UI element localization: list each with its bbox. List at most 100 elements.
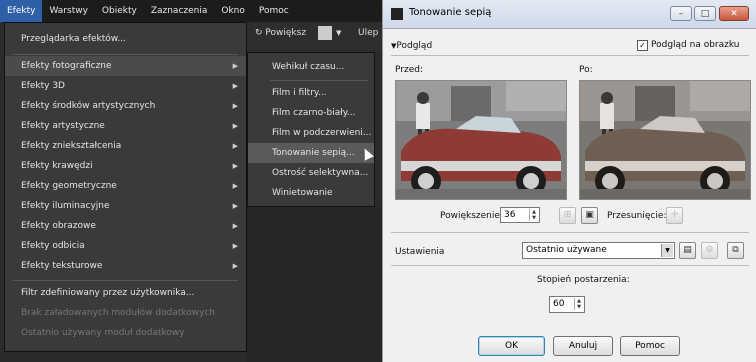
zoom-input[interactable]: 36 ▲ ▼	[500, 207, 540, 223]
effects-menu: Przeglądarka efektów... Efekty fotografi…	[4, 22, 247, 352]
settings-value: Ostatnio używane	[526, 245, 607, 255]
menu-item-label: Efekty fotograficzne	[21, 61, 112, 71]
aging-spinner[interactable]: ▲ ▼	[574, 298, 583, 310]
menu-bar: Efekty Warstwy Obiekty Zaznaczenia Okno …	[0, 0, 382, 22]
sepia-toning-dialog: Tonowanie sepią – □ ✕ ▼Podgląd ✓ Podgląd …	[382, 0, 756, 362]
divider	[391, 265, 749, 266]
chevron-down-icon: ▼	[661, 244, 673, 257]
before-label: Przed:	[395, 65, 423, 75]
checkmark-icon: ✓	[637, 40, 648, 51]
app-icon	[391, 8, 403, 20]
pan-button[interactable]: ✛	[666, 207, 683, 224]
menu-item-photo-effects[interactable]: Efekty fotograficzne ▶	[5, 56, 246, 76]
workspace-background	[247, 207, 382, 362]
menu-item-no-plugins: Brak załadowanych modułów dodatkowych	[21, 308, 216, 318]
randomize-button[interactable]: ⧉	[727, 242, 744, 259]
menu-item-illumination-effects[interactable]: Efekty iluminacyjne ▶	[5, 196, 246, 216]
preview-toggle[interactable]: ▼Podgląd	[391, 41, 432, 51]
menu-item-user-defined-filter[interactable]: Filtr zdefiniowany przez użytkownika...	[5, 283, 246, 303]
aging-input[interactable]: 60 ▲ ▼	[549, 296, 585, 313]
menu-item-label: Efekty zniekształcenia	[21, 141, 122, 151]
maximize-button[interactable]: □	[694, 6, 716, 21]
menu-item-label: Efekty krawędzi	[21, 161, 93, 171]
settings-label: Ustawienia	[395, 247, 445, 257]
menu-item-3d-effects[interactable]: Efekty 3D ▶	[5, 76, 246, 96]
submenu-arrow-icon: ▶	[232, 222, 238, 230]
menu-item-label: Efekty 3D	[21, 81, 65, 91]
submenu-arrow-icon: ▶	[232, 182, 238, 190]
menu-item-black-white-film[interactable]: Film czarno-biały...	[248, 103, 374, 123]
submenu-arrow-icon: ▶	[232, 202, 238, 210]
submenu-arrow-icon: ▶	[232, 162, 238, 170]
zoom-fit-button[interactable]: ⊞	[559, 207, 576, 224]
zoom-value: 36	[504, 210, 516, 220]
page-icon[interactable]	[318, 26, 332, 40]
menu-item-texture-effects[interactable]: Efekty teksturowe ▶	[5, 256, 246, 276]
menu-item-label: Efekty teksturowe	[21, 261, 103, 271]
submenu-arrow-icon: ▶	[232, 82, 238, 90]
enhance-toolbar-label[interactable]: Ulep	[358, 22, 378, 44]
settings-dropdown[interactable]: Ostatnio używane ▼	[522, 242, 675, 259]
zoom-actual-button[interactable]: ▣	[581, 207, 598, 224]
save-preset-button[interactable]: ▤	[679, 242, 696, 259]
zoom-label: Powiększenie:	[440, 211, 503, 221]
menu-item-art-media-effects[interactable]: Efekty środków artystycznych ▶	[5, 96, 246, 116]
aging-label: Stopień postarzenia:	[537, 275, 630, 285]
menu-item-selective-focus[interactable]: Ostrość selektywna...	[248, 163, 374, 183]
menu-item-distortion-effects[interactable]: Efekty zniekształcenia ▶	[5, 136, 246, 156]
chevron-down-icon[interactable]: ▼	[336, 22, 341, 44]
menu-item-infrared-film[interactable]: Film w podczerwieni...	[248, 123, 374, 143]
menu-item-film-and-filters[interactable]: Film i filtry...	[248, 83, 374, 103]
menu-help[interactable]: Pomoc	[252, 0, 296, 22]
menu-item-label: Efekty odbicia	[21, 241, 85, 251]
menu-item-label: Efekty geometryczne	[21, 181, 117, 191]
menu-item-sepia-toning[interactable]: Tonowanie sepią...	[248, 143, 374, 163]
menu-item-label: Efekty iluminacyjne	[21, 201, 110, 211]
zoom-spinner[interactable]: ▲ ▼	[529, 209, 538, 221]
submenu-arrow-icon: ▶	[232, 122, 238, 130]
minimize-button[interactable]: –	[670, 6, 692, 21]
divider	[391, 232, 749, 233]
menu-selections[interactable]: Zaznaczenia	[144, 0, 215, 22]
menu-effects[interactable]: Efekty	[0, 0, 43, 22]
cancel-button[interactable]: Anuluj	[553, 336, 613, 356]
menu-item-vignette[interactable]: Winietowanie	[248, 183, 374, 203]
menu-objects[interactable]: Obiekty	[95, 0, 144, 22]
reset-button[interactable]: ⚙	[701, 242, 718, 259]
menu-item-label: Efekty artystyczne	[21, 121, 105, 131]
menu-item-label: Efekty środków artystycznych	[21, 101, 156, 111]
menu-item-image-effects[interactable]: Efekty obrazowe ▶	[5, 216, 246, 236]
menu-item-artistic-effects[interactable]: Efekty artystyczne ▶	[5, 116, 246, 136]
preview-toggle-label: Podgląd	[396, 41, 433, 51]
submenu-arrow-icon: ▶	[232, 102, 238, 110]
menu-item-reflection-effects[interactable]: Efekty odbicia ▶	[5, 236, 246, 256]
help-button[interactable]: Pomoc	[620, 336, 680, 356]
before-preview-image[interactable]	[395, 80, 567, 200]
zoom-toolbar-button[interactable]: ↻ Powiększ	[255, 22, 306, 44]
menu-item-geometric-effects[interactable]: Efekty geometryczne ▶	[5, 176, 246, 196]
aging-value: 60	[553, 299, 565, 309]
menu-item-label: Efekty obrazowe	[21, 221, 96, 231]
menu-separator	[270, 80, 368, 81]
menu-item-edge-effects[interactable]: Efekty krawędzi ▶	[5, 156, 246, 176]
menu-window[interactable]: Okno	[214, 0, 252, 22]
menu-item-effects-browser[interactable]: Przeglądarka efektów...	[5, 29, 246, 49]
after-preview-image[interactable]	[579, 80, 751, 200]
submenu-arrow-icon: ▶	[232, 142, 238, 150]
menu-item-last-plugin: Ostatnio używany moduł dodatkowy	[21, 328, 185, 338]
after-label: Po:	[579, 65, 593, 75]
preview-on-image-checkbox[interactable]: ✓ Podgląd na obrazku	[637, 40, 740, 51]
menu-separator	[13, 54, 238, 55]
pan-label: Przesunięcie:	[607, 211, 667, 221]
menu-separator	[13, 280, 238, 281]
before-photo-graphic	[396, 81, 566, 199]
dialog-titlebar: Tonowanie sepią – □ ✕	[383, 0, 756, 29]
submenu-arrow-icon: ▶	[232, 262, 238, 270]
menu-layers[interactable]: Warstwy	[42, 0, 94, 22]
ok-button[interactable]: OK	[478, 336, 545, 356]
zoom-toolbar-label: Powiększ	[265, 28, 307, 38]
submenu-arrow-icon: ▶	[232, 242, 238, 250]
close-button[interactable]: ✕	[719, 6, 749, 21]
menu-item-time-machine[interactable]: Wehikuł czasu...	[248, 57, 374, 77]
after-photo-graphic	[580, 81, 750, 199]
